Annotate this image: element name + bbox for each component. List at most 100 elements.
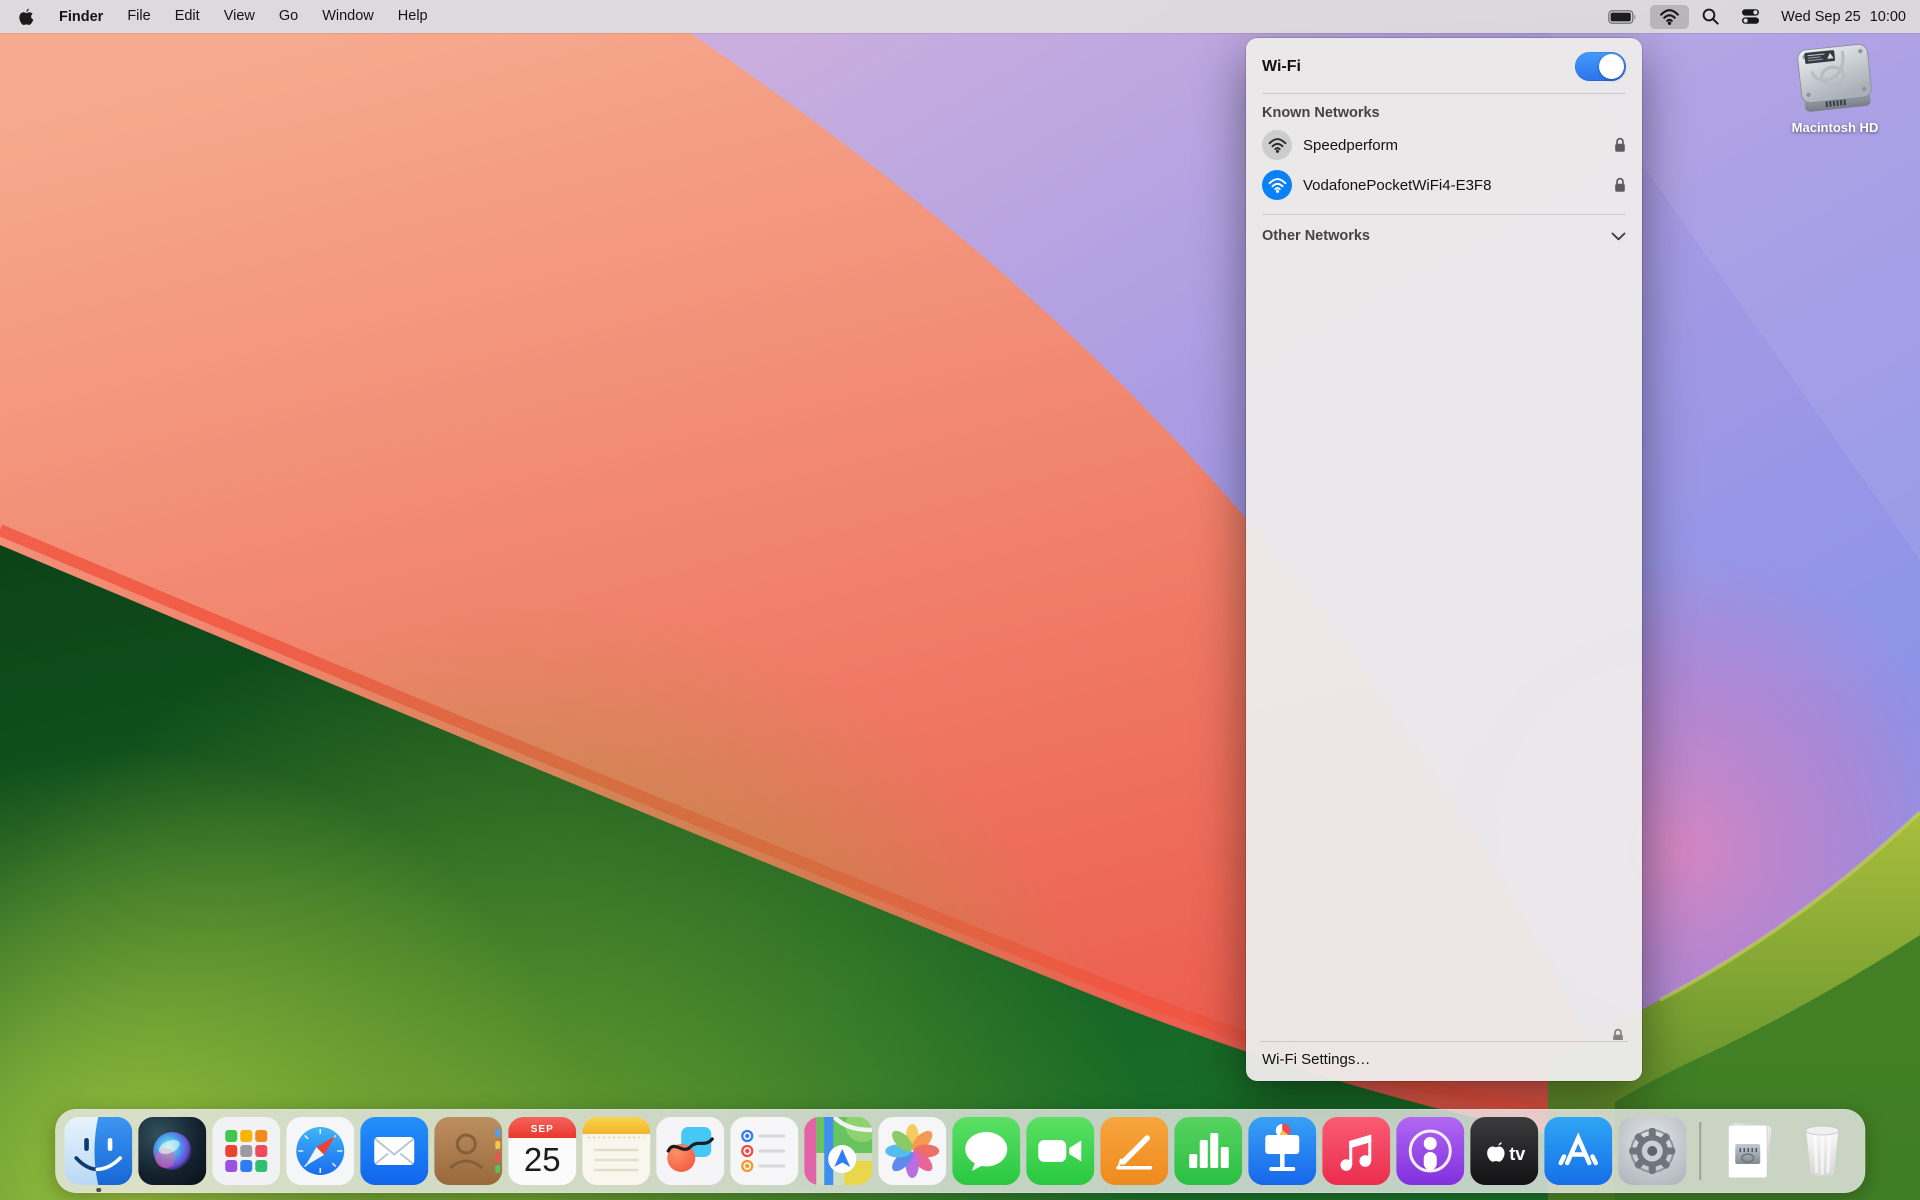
dock-item-freeform[interactable] <box>656 1117 724 1185</box>
menu-item-file[interactable]: File <box>115 0 162 33</box>
wifi-panel-header: Wi-Fi <box>1246 38 1642 93</box>
numbers-icon <box>1174 1117 1242 1185</box>
facetime-icon <box>1026 1117 1094 1185</box>
menu-item-help[interactable]: Help <box>386 0 440 33</box>
wifi-connected-icon <box>1262 170 1292 200</box>
wifi-panel-title: Wi-Fi <box>1262 58 1301 76</box>
dock-divider <box>1699 1122 1701 1180</box>
wifi-panel-footer: Wi-Fi Settings… <box>1246 1041 1642 1081</box>
network-row-vodafone[interactable]: VodafonePocketWiFi4-E3F8 <box>1246 165 1642 205</box>
spotlight-search-icon <box>1702 8 1719 25</box>
desktop-icon-macintosh-hd[interactable]: Macintosh HD <box>1776 42 1894 135</box>
podcasts-icon <box>1396 1117 1464 1185</box>
dock-item-mail[interactable] <box>360 1117 428 1185</box>
dock-item-reminders[interactable] <box>730 1117 798 1185</box>
tv-label-text: tv <box>1509 1144 1525 1164</box>
menu-item-edit[interactable]: Edit <box>163 0 212 33</box>
dock-item-numbers[interactable] <box>1174 1117 1242 1185</box>
lock-icon <box>1614 177 1626 193</box>
reminders-icon <box>730 1117 798 1185</box>
notes-icon <box>582 1117 650 1185</box>
trash-icon <box>1788 1117 1856 1185</box>
keynote-icon <box>1248 1117 1316 1185</box>
dock-item-trash[interactable] <box>1788 1117 1856 1185</box>
menu-item-view[interactable]: View <box>212 0 267 33</box>
network-name: VodafonePocketWiFi4-E3F8 <box>1303 177 1491 194</box>
apple-icon <box>18 8 35 26</box>
lock-icon <box>1614 137 1626 153</box>
calendar-day-text: 25 <box>524 1141 561 1178</box>
hard-drive-icon <box>1787 42 1883 118</box>
contacts-icon <box>434 1117 502 1185</box>
calendar-month-text: SEP <box>531 1124 554 1135</box>
other-networks-label: Other Networks <box>1262 228 1370 244</box>
desktop-icon-label: Macintosh HD <box>1776 120 1894 135</box>
menu-bar-status-area: Wed Sep 25 10:00 <box>1599 0 1920 33</box>
other-networks-row[interactable]: Other Networks <box>1246 215 1642 257</box>
control-center-icon <box>1741 8 1760 25</box>
known-networks-header: Known Networks <box>1246 94 1642 125</box>
clock-time: 10:00 <box>1870 9 1906 25</box>
documents-stack-icon <box>1714 1117 1782 1185</box>
wifi-toggle[interactable] <box>1575 52 1626 81</box>
music-icon <box>1322 1117 1390 1185</box>
chevron-down-icon <box>1611 232 1626 241</box>
menu-item-app-name[interactable]: Finder <box>47 9 115 25</box>
menu-bar: Finder File Edit View Go Window Help <box>0 0 1920 33</box>
wifi-settings-button[interactable]: Wi-Fi Settings… <box>1246 1042 1642 1081</box>
dock-item-music[interactable] <box>1322 1117 1390 1185</box>
wifi-menu-extra[interactable] <box>1650 5 1689 29</box>
dock-item-podcasts[interactable] <box>1396 1117 1464 1185</box>
siri-icon <box>138 1117 206 1185</box>
control-center[interactable] <box>1732 5 1769 29</box>
mail-icon <box>360 1117 428 1185</box>
dock-item-notes[interactable] <box>582 1117 650 1185</box>
photos-icon <box>878 1117 946 1185</box>
spotlight-search[interactable] <box>1693 5 1728 29</box>
dock-item-contacts[interactable] <box>434 1117 502 1185</box>
app-store-icon <box>1544 1117 1612 1185</box>
dock-item-tv[interactable]: tv <box>1470 1117 1538 1185</box>
menu-bar-clock[interactable]: Wed Sep 25 10:00 <box>1773 9 1906 25</box>
dock: SEP 25 <box>55 1109 1865 1193</box>
pages-icon <box>1100 1117 1168 1185</box>
dock-item-facetime[interactable] <box>1026 1117 1094 1185</box>
network-row-speedperform[interactable]: Speedperform <box>1246 125 1642 165</box>
dock-item-documents-stack[interactable] <box>1714 1117 1782 1185</box>
dock-item-photos[interactable] <box>878 1117 946 1185</box>
battery-icon <box>1608 10 1637 24</box>
maps-icon <box>804 1117 872 1185</box>
wifi-panel: Wi-Fi Known Networks Speedperform <box>1246 38 1642 1081</box>
dock-item-safari[interactable] <box>286 1117 354 1185</box>
apple-tv-icon: tv <box>1470 1117 1538 1185</box>
wifi-toggle-knob <box>1599 54 1624 79</box>
dock-item-messages[interactable] <box>952 1117 1020 1185</box>
finder-icon <box>64 1117 132 1185</box>
dock-item-maps[interactable] <box>804 1117 872 1185</box>
battery-status[interactable] <box>1599 5 1646 29</box>
menu-bar-left: Finder File Edit View Go Window Help <box>0 0 440 33</box>
dock-item-app-store[interactable] <box>1544 1117 1612 1185</box>
desktop: Finder File Edit View Go Window Help <box>0 0 1920 1200</box>
network-name: Speedperform <box>1303 137 1398 154</box>
dock-item-pages[interactable] <box>1100 1117 1168 1185</box>
safari-icon <box>286 1117 354 1185</box>
menu-item-go[interactable]: Go <box>267 0 310 33</box>
messages-icon <box>952 1117 1020 1185</box>
dock-item-system-settings[interactable] <box>1618 1117 1686 1185</box>
dock-item-calendar[interactable]: SEP 25 <box>508 1117 576 1185</box>
panel-empty-area <box>1246 257 1642 1041</box>
calendar-icon: SEP 25 <box>508 1117 576 1185</box>
system-settings-icon <box>1618 1117 1686 1185</box>
menu-item-window[interactable]: Window <box>310 0 386 33</box>
dock-item-finder[interactable] <box>64 1117 132 1185</box>
finder-running-indicator <box>96 1188 101 1193</box>
clipped-lock-icon <box>1612 1028 1624 1040</box>
apple-menu[interactable] <box>0 8 47 26</box>
dock-item-keynote[interactable] <box>1248 1117 1316 1185</box>
wifi-signal-icon <box>1262 130 1292 160</box>
dock-item-siri[interactable] <box>138 1117 206 1185</box>
clock-date: Wed Sep 25 <box>1781 9 1861 25</box>
wifi-icon <box>1659 8 1680 25</box>
dock-item-launchpad[interactable] <box>212 1117 280 1185</box>
